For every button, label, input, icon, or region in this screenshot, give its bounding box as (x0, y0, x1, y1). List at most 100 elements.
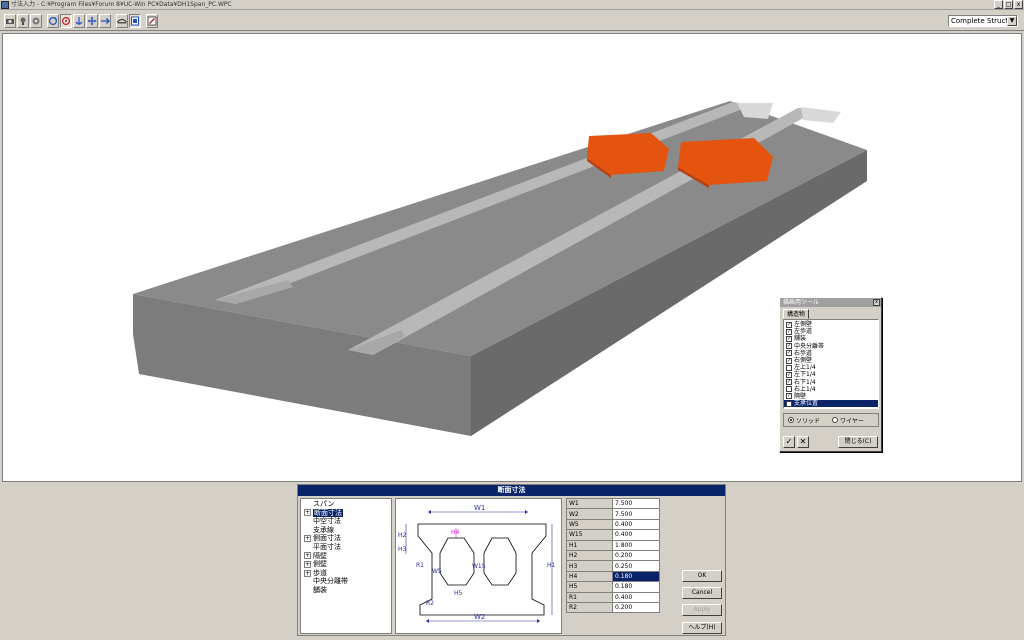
structure-window-title-text: 描画用ツール (783, 299, 820, 306)
checkbox[interactable]: ✓ (786, 321, 792, 328)
expand-icon[interactable]: + (304, 560, 311, 568)
app-icon (1, 1, 9, 9)
tab-structure[interactable]: 構造物 (783, 309, 810, 319)
tree-item-label: 側壁 (313, 560, 327, 569)
section-dimension-panel: 断面寸法 スパン + 断面寸法 中空寸法 支承線 + 側面寸法 平面寸法 + 隔壁 + 側壁 + 歩道 中央… (297, 484, 726, 636)
checkbox[interactable]: ✓ (786, 379, 792, 386)
radio-solid-label: ソリッド (796, 417, 821, 425)
rotate-icon[interactable] (47, 14, 59, 28)
apply-button[interactable]: Apply (682, 604, 722, 616)
maximize-button[interactable]: □ (1004, 0, 1013, 9)
label-r1: R1 (416, 562, 424, 569)
label-h5: H5 (454, 590, 463, 597)
checkbox[interactable]: ✓ (786, 343, 792, 350)
structure-list-item[interactable]: ✓ 舗装 (784, 335, 878, 342)
checkbox[interactable] (786, 364, 792, 371)
structure-list-item[interactable]: ✓ 右下1/4 (784, 379, 878, 386)
checkbox[interactable]: ✓ (786, 328, 792, 335)
structure-list-item[interactable]: 支承位置 (784, 400, 878, 408)
tree-item[interactable]: 中央分離帯 (301, 577, 391, 586)
structure-item-label: 舗装 (794, 335, 807, 343)
dimension-value-field[interactable]: 0.200 (612, 549, 660, 562)
tree-item[interactable]: + 側面寸法 (301, 534, 391, 543)
dimension-value-field[interactable]: 0.400 (612, 529, 660, 541)
tool-icon[interactable] (146, 14, 158, 28)
panel-view-icon[interactable] (129, 14, 141, 28)
expand-icon[interactable]: + (304, 569, 311, 577)
tree-item-label: 側面寸法 (313, 534, 341, 543)
checkbox[interactable]: ✓ (786, 357, 792, 364)
section-diagram: W1 H4 H2 H3 H1 R1 W5 W15 H5 R2 W2 (395, 498, 562, 634)
dimension-row: W15 0.400 (566, 529, 660, 541)
ok-button[interactable]: OK (682, 570, 722, 582)
settings-icon[interactable] (30, 14, 42, 28)
move-icon[interactable] (86, 14, 98, 28)
uncheck-all-button[interactable]: ✕ (797, 436, 809, 448)
dimension-value-field[interactable]: 0.400 (612, 591, 660, 603)
item-tree[interactable]: スパン + 断面寸法 中空寸法 支承線 + 側面寸法 平面寸法 + 隔壁 + 側壁 + 歩道 中央分離帯 舗装 (300, 498, 392, 634)
pan-icon[interactable] (99, 14, 111, 28)
dimension-row: H5 0.180 (566, 581, 660, 593)
structure-item-label: 右歩道 (794, 349, 813, 357)
dimension-value-field[interactable]: 0.180 (612, 570, 660, 583)
dimension-key: W2 (566, 508, 613, 520)
dimension-value-field[interactable]: 1.800 (612, 539, 660, 551)
tree-item[interactable]: + 隔壁 (301, 552, 391, 561)
light-icon[interactable] (17, 14, 29, 28)
checkbox[interactable] (786, 400, 792, 407)
structure-window-title[interactable]: 描画用ツール x (780, 298, 881, 307)
tree-item[interactable]: + 断面寸法 (301, 508, 391, 518)
chevron-down-icon[interactable]: ▼ (1007, 16, 1017, 26)
checkbox[interactable]: ✓ (786, 393, 792, 400)
view-mode-value: Complete Structur (951, 17, 1016, 25)
label-h1: H1 (547, 562, 556, 569)
dimension-value-field[interactable]: 0.180 (612, 581, 660, 593)
radio-solid[interactable]: ソリッド (788, 416, 820, 425)
structure-list[interactable]: ✓ 左側壁 ✓ 左歩道 ✓ 舗装 ✓ 中央分離帯 ✓ 右歩道 ✓ 右側壁 左上1/4 ✓ 左下1/4 ✓ 右下1… (783, 319, 879, 409)
dimension-key: H1 (566, 539, 613, 551)
check-all-button[interactable]: ✓ (783, 436, 795, 448)
help-button[interactable]: ヘルプ(H) (682, 622, 722, 634)
close-button[interactable]: x (1014, 0, 1023, 9)
label-h3: H3 (398, 546, 407, 553)
dimension-row: H2 0.200 (566, 549, 660, 562)
dimension-value-field[interactable]: 7.500 (612, 508, 660, 520)
dimension-key: W15 (566, 529, 613, 541)
tree-item[interactable]: 平面寸法 (301, 543, 391, 552)
anchor-icon[interactable] (73, 14, 85, 28)
orbit-icon[interactable] (60, 14, 72, 28)
structure-toolwindow: 描画用ツール x 構造物 ✓ 左側壁 ✓ 左歩道 ✓ 舗装 ✓ 中央分離帯 ✓ 右歩道 ✓ 右側壁 左上… (779, 297, 882, 452)
checkbox[interactable]: ✓ (786, 371, 792, 378)
expand-icon[interactable]: + (304, 509, 311, 517)
dimension-value-field[interactable]: 0.200 (612, 601, 660, 614)
structure-list-item[interactable]: ✓ 中央分離帯 (784, 343, 878, 350)
radio-wire-label: ワイヤー (840, 417, 864, 425)
dimension-value-field[interactable]: 0.250 (612, 560, 660, 572)
structure-item-label: 右上1/4 (794, 385, 816, 393)
dimension-key: R2 (566, 601, 613, 614)
structure-close-button[interactable]: 閉じる(C) (838, 436, 878, 448)
close-icon[interactable]: x (873, 299, 880, 306)
camera-icon[interactable] (4, 14, 16, 28)
tree-item[interactable]: スパン (301, 500, 391, 509)
structure-list-item[interactable]: 右上1/4 (784, 386, 878, 393)
minimize-button[interactable]: _ (994, 0, 1003, 9)
checkbox[interactable]: ✓ (786, 335, 792, 342)
tree-item[interactable]: 舗装 (301, 586, 391, 595)
structure-list-item[interactable]: ✓ 左下1/4 (784, 371, 878, 378)
bridge-view-icon[interactable] (116, 14, 128, 28)
tree-item[interactable]: 中空寸法 (301, 517, 391, 526)
view-mode-select[interactable]: Complete Structur ▼ (948, 15, 1018, 27)
structure-list-item[interactable]: ✓ 右歩道 (784, 350, 878, 357)
checkbox[interactable]: ✓ (786, 350, 792, 357)
dimension-value-field[interactable]: 0.400 (612, 518, 660, 531)
expand-icon[interactable]: + (304, 535, 311, 543)
cancel-button[interactable]: Cancel (682, 587, 722, 599)
dimension-value-field[interactable]: 7.500 (612, 497, 660, 510)
structure-list-item[interactable]: ✓ 隔壁 (784, 393, 878, 400)
expand-icon[interactable]: + (304, 552, 311, 560)
checkbox[interactable] (786, 386, 792, 393)
radio-wire[interactable]: ワイヤー (832, 416, 864, 425)
tree-item[interactable]: + 側壁 (301, 560, 391, 569)
tree-item-label: 断面寸法 (313, 508, 343, 518)
